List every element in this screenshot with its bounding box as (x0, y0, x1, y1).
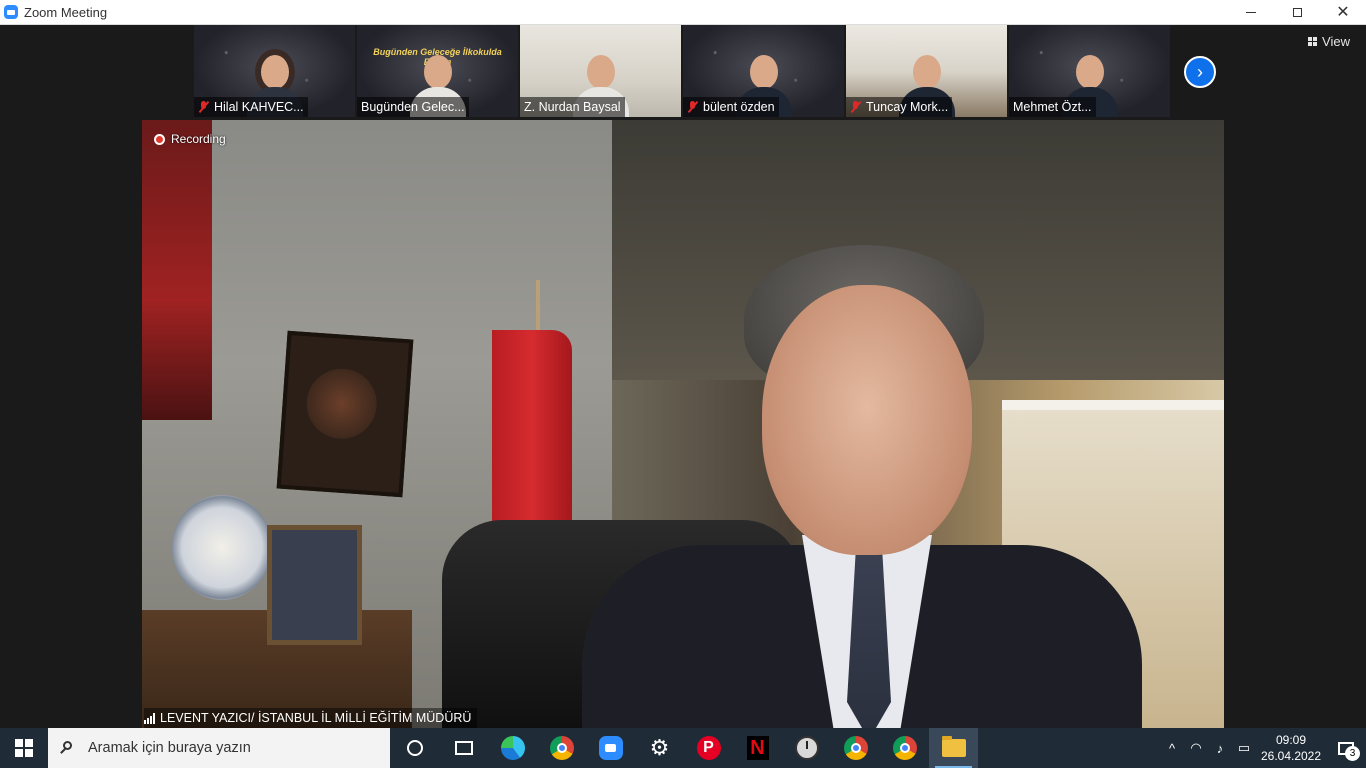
task-view-button[interactable] (439, 728, 488, 768)
minimize-icon (1246, 11, 1256, 13)
participant-tile[interactable]: Z. Nurdan Baysal (520, 25, 681, 117)
recording-indicator[interactable]: Recording (154, 132, 226, 146)
active-speaker-name-tag: LEVENT YAZICI/ İSTANBUL İL MİLLİ EĞİTİM … (144, 708, 478, 728)
system-tray: ^ ◠ ♪ ▭ 09:09 26.04.2022 3 (1160, 728, 1366, 768)
settings-icon: ⚙ (649, 735, 670, 760)
chrome-profile-icon (843, 736, 868, 760)
clock-time: 09:09 (1275, 733, 1307, 747)
mic-muted-icon (198, 101, 210, 113)
cortana-icon (406, 740, 423, 756)
show-hidden-icons-button[interactable]: ^ (1160, 728, 1184, 768)
cortana-button[interactable] (390, 728, 439, 768)
mic-muted-icon (850, 101, 862, 113)
window-controls: ✕ (1228, 0, 1366, 24)
participant-tile[interactable]: Mehmet Özt... (1009, 25, 1170, 117)
edge-icon (500, 736, 525, 760)
clock-app-button[interactable] (782, 728, 831, 768)
chrome-profile-2-icon (892, 736, 917, 760)
participant-tile[interactable]: Tuncay Mork... (846, 25, 1007, 117)
title-bar: Zoom Meeting ✕ (0, 0, 1366, 25)
start-button[interactable] (0, 728, 48, 768)
mic-muted-icon (687, 101, 699, 113)
photo-frame (267, 525, 362, 645)
participant-tile[interactable]: bülent özden (683, 25, 844, 117)
minimize-button[interactable] (1228, 0, 1274, 24)
zoom-app-icon (4, 5, 18, 19)
netflix-icon: N (746, 736, 769, 760)
wifi-icon[interactable]: ◠ (1184, 728, 1208, 768)
active-speaker-video: Recording LEVENT YAZICI/ İSTANBUL İL MİL… (142, 120, 1224, 728)
wall-painting (276, 330, 414, 498)
turkish-flag (492, 330, 572, 550)
clock-date: 26.04.2022 (1260, 749, 1322, 763)
view-button[interactable]: View (1308, 34, 1350, 49)
participant-name-tag: bülent özden (683, 97, 779, 117)
close-button[interactable]: ✕ (1320, 0, 1366, 24)
meeting-area: Hilal KAHVEC... Bugünden Geleceğe İlkoku… (0, 25, 1366, 728)
participant-name: Mehmet Özt... (1013, 100, 1092, 114)
participant-name-tag: Bugünden Gelec... (357, 97, 469, 117)
speaker-person (582, 245, 1142, 728)
maximize-icon (1292, 7, 1302, 17)
battery-icon[interactable]: ▭ (1232, 728, 1256, 768)
active-speaker-name: LEVENT YAZICI/ İSTANBUL İL MİLLİ EĞİTİM … (160, 711, 472, 725)
recording-label: Recording (171, 132, 226, 146)
red-flag-edge (142, 120, 212, 420)
participant-name: Bugünden Gelec... (361, 100, 465, 114)
notification-center-button[interactable]: 3 (1326, 728, 1366, 768)
taskbar-search[interactable]: Aramak için buraya yazın (48, 728, 390, 768)
settings-button[interactable]: ⚙ (635, 728, 684, 768)
participant-name: bülent özden (703, 100, 775, 114)
maximize-button[interactable] (1274, 0, 1320, 24)
file-explorer-button[interactable] (929, 728, 978, 768)
search-placeholder: Aramak için buraya yazın (88, 740, 251, 756)
windows-logo-icon (15, 739, 33, 757)
volume-icon[interactable]: ♪ (1208, 728, 1232, 768)
chevron-right-icon: › (1197, 61, 1203, 82)
chrome-button[interactable] (537, 728, 586, 768)
window-title: Zoom Meeting (24, 4, 108, 20)
recording-icon (154, 133, 165, 145)
participant-name-tag: Tuncay Mork... (846, 97, 953, 117)
task-view-icon (454, 741, 473, 755)
participant-tile[interactable]: Hilal KAHVEC... (194, 25, 355, 117)
taskbar-apps: ⚙ P N (390, 728, 978, 768)
participant-tile[interactable]: Bugünden Geleceğe İlkokulda Eğitim Bugün… (357, 25, 518, 117)
netflix-button[interactable]: N (733, 728, 782, 768)
participant-name-tag: Z. Nurdan Baysal (520, 97, 625, 117)
participant-name: Z. Nurdan Baysal (524, 100, 621, 114)
zoom-icon (598, 736, 623, 760)
notification-badge: 3 (1345, 746, 1360, 761)
pinterest-button[interactable]: P (684, 728, 733, 768)
participant-name-tag: Mehmet Özt... (1009, 97, 1096, 117)
decorative-plate (172, 495, 272, 600)
participant-strip: Hilal KAHVEC... Bugünden Geleceğe İlkoku… (194, 25, 1170, 117)
next-page-button[interactable]: › (1184, 56, 1216, 88)
chrome-profile-2-button[interactable] (880, 728, 929, 768)
search-icon (60, 741, 74, 755)
taskbar-clock[interactable]: 09:09 26.04.2022 (1256, 732, 1326, 764)
file-explorer-icon (941, 736, 966, 757)
pinterest-icon: P (696, 736, 721, 760)
chrome-profile-button[interactable] (831, 728, 880, 768)
edge-button[interactable] (488, 728, 537, 768)
windows-taskbar: Aramak için buraya yazın ⚙ P N ^ ◠ ♪ ▭ 0… (0, 728, 1366, 768)
clock-app-icon (794, 736, 819, 760)
signal-strength-icon (144, 712, 155, 724)
participant-name-tag: Hilal KAHVEC... (194, 97, 308, 117)
grid-view-icon (1308, 37, 1318, 46)
participant-name: Tuncay Mork... (866, 100, 949, 114)
participant-name: Hilal KAHVEC... (214, 100, 304, 114)
view-label: View (1322, 34, 1350, 49)
zoom-button[interactable] (586, 728, 635, 768)
chrome-icon (549, 736, 574, 760)
